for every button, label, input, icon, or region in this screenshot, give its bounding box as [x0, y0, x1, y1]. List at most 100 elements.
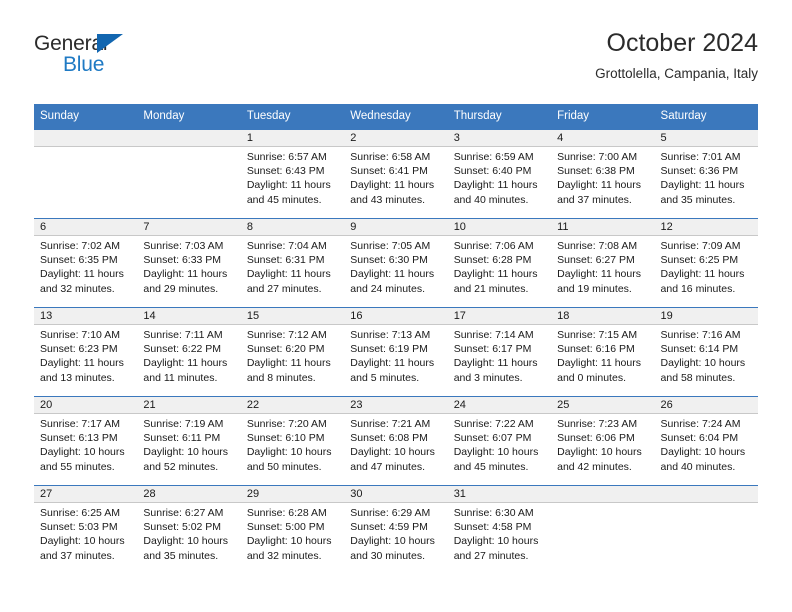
- day-number: [34, 130, 138, 147]
- day-cell[interactable]: 3 Sunrise: 6:59 AM Sunset: 6:40 PM Dayli…: [447, 130, 552, 218]
- sunrise-text: Sunrise: 7:19 AM: [143, 418, 224, 430]
- sunset-text: Sunset: 6:20 PM: [246, 343, 325, 356]
- day-details: Sunrise: 7:01 AM Sunset: 6:36 PM Dayligh…: [655, 147, 758, 207]
- sunset-text: Sunset: 6:41 PM: [350, 165, 428, 178]
- day-number: [551, 486, 655, 503]
- day-details: Sunrise: 7:19 AM Sunset: 6:11 PM Dayligh…: [137, 414, 240, 474]
- day-details: [551, 503, 654, 506]
- day-cell[interactable]: 8 Sunrise: 7:04 AM Sunset: 6:31 PM Dayli…: [240, 219, 345, 307]
- day-number: 24: [447, 397, 552, 414]
- daylight-text-line1: Daylight: 11 hours: [660, 268, 745, 281]
- sunset-text: Sunset: 6:25 PM: [660, 254, 739, 267]
- day-cell[interactable]: 4 Sunrise: 7:00 AM Sunset: 6:38 PM Dayli…: [551, 130, 655, 218]
- sunrise-text: Sunrise: 7:15 AM: [557, 329, 638, 341]
- day-cell[interactable]: 15 Sunrise: 7:12 AM Sunset: 6:20 PM Dayl…: [240, 308, 345, 396]
- daylight-text-line1: Daylight: 11 hours: [246, 179, 331, 192]
- day-cell[interactable]: 10 Sunrise: 7:06 AM Sunset: 6:28 PM Dayl…: [447, 219, 552, 307]
- day-number: 13: [34, 308, 138, 325]
- day-details: Sunrise: 7:13 AM Sunset: 6:19 PM Dayligh…: [344, 325, 447, 385]
- daylight-text-line2: and 40 minutes.: [660, 460, 736, 473]
- day-details: Sunrise: 7:17 AM Sunset: 6:13 PM Dayligh…: [34, 414, 137, 474]
- day-cell[interactable]: 7 Sunrise: 7:03 AM Sunset: 6:33 PM Dayli…: [137, 219, 241, 307]
- daylight-text-line2: and 3 minutes.: [453, 371, 523, 384]
- day-cell[interactable]: 25 Sunrise: 7:23 AM Sunset: 6:06 PM Dayl…: [551, 397, 655, 485]
- sunset-text: Sunset: 6:22 PM: [143, 343, 222, 356]
- sunrise-text: Sunrise: 6:29 AM: [350, 507, 431, 519]
- day-details: Sunrise: 6:57 AM Sunset: 6:43 PM Dayligh…: [241, 147, 344, 207]
- daylight-text-line1: Daylight: 11 hours: [246, 268, 331, 281]
- day-details: Sunrise: 7:23 AM Sunset: 6:06 PM Dayligh…: [551, 414, 654, 474]
- day-cell[interactable]: 26 Sunrise: 7:24 AM Sunset: 6:04 PM Dayl…: [654, 397, 758, 485]
- day-cell[interactable]: 22 Sunrise: 7:20 AM Sunset: 6:10 PM Dayl…: [240, 397, 345, 485]
- weekday-header-saturday: Saturday: [660, 110, 707, 122]
- day-cell[interactable]: 20 Sunrise: 7:17 AM Sunset: 6:13 PM Dayl…: [34, 397, 138, 485]
- sunrise-text: Sunrise: 7:04 AM: [246, 240, 327, 252]
- day-cell[interactable]: 27 Sunrise: 6:25 AM Sunset: 5:03 PM Dayl…: [34, 486, 138, 574]
- day-cell[interactable]: 21 Sunrise: 7:19 AM Sunset: 6:11 PM Dayl…: [137, 397, 241, 485]
- day-cell[interactable]: 1 Sunrise: 6:57 AM Sunset: 6:43 PM Dayli…: [240, 130, 345, 218]
- daylight-text-line2: and 27 minutes.: [453, 549, 529, 562]
- daylight-text-line1: Daylight: 11 hours: [557, 357, 641, 370]
- sunrise-text: Sunrise: 7:00 AM: [557, 151, 638, 163]
- day-details: Sunrise: 7:12 AM Sunset: 6:20 PM Dayligh…: [241, 325, 344, 385]
- day-details: Sunrise: 7:21 AM Sunset: 6:08 PM Dayligh…: [344, 414, 447, 474]
- day-details: Sunrise: 7:15 AM Sunset: 6:16 PM Dayligh…: [551, 325, 654, 385]
- weekday-header-thursday: Thursday: [453, 110, 502, 122]
- day-number: 6: [34, 219, 138, 236]
- daylight-text-line2: and 0 minutes.: [557, 371, 626, 384]
- sunset-text: Sunset: 6:33 PM: [143, 254, 222, 267]
- day-cell[interactable]: 16 Sunrise: 7:13 AM Sunset: 6:19 PM Dayl…: [344, 308, 448, 396]
- sunset-text: Sunset: 6:35 PM: [40, 254, 118, 267]
- daylight-text-line2: and 42 minutes.: [557, 460, 632, 473]
- day-cell[interactable]: 12 Sunrise: 7:09 AM Sunset: 6:25 PM Dayl…: [654, 219, 758, 307]
- day-number: 30: [344, 486, 448, 503]
- day-cell[interactable]: 13 Sunrise: 7:10 AM Sunset: 6:23 PM Dayl…: [34, 308, 138, 396]
- daylight-text-line2: and 43 minutes.: [350, 193, 425, 206]
- day-cell[interactable]: [137, 130, 241, 218]
- day-details: Sunrise: 7:22 AM Sunset: 6:07 PM Dayligh…: [448, 414, 551, 474]
- day-details: [34, 147, 137, 150]
- day-cell[interactable]: [551, 486, 655, 574]
- day-cell[interactable]: [654, 486, 758, 574]
- daylight-text-line1: Daylight: 11 hours: [350, 179, 435, 192]
- day-cell[interactable]: 17 Sunrise: 7:14 AM Sunset: 6:17 PM Dayl…: [447, 308, 552, 396]
- day-cell[interactable]: 31 Sunrise: 6:30 AM Sunset: 4:58 PM Dayl…: [447, 486, 552, 574]
- sunrise-text: Sunrise: 7:16 AM: [660, 329, 741, 341]
- daylight-text-line1: Daylight: 11 hours: [453, 357, 538, 370]
- day-cell[interactable]: 30 Sunrise: 6:29 AM Sunset: 4:59 PM Dayl…: [344, 486, 448, 574]
- sunrise-text: Sunrise: 6:58 AM: [350, 151, 431, 163]
- day-cell[interactable]: 6 Sunrise: 7:02 AM Sunset: 6:35 PM Dayli…: [34, 219, 138, 307]
- daylight-text-line2: and 16 minutes.: [660, 282, 736, 295]
- daylight-text-line1: Daylight: 10 hours: [246, 535, 332, 548]
- day-cell[interactable]: 2 Sunrise: 6:58 AM Sunset: 6:41 PM Dayli…: [344, 130, 448, 218]
- sunset-text: Sunset: 6:08 PM: [350, 432, 428, 445]
- weekday-header-tuesday: Tuesday: [246, 110, 291, 122]
- daylight-text-line1: Daylight: 11 hours: [143, 268, 228, 281]
- day-number: 5: [654, 130, 758, 147]
- daylight-text-line1: Daylight: 11 hours: [143, 357, 228, 370]
- day-cell[interactable]: [34, 130, 138, 218]
- day-cell[interactable]: 23 Sunrise: 7:21 AM Sunset: 6:08 PM Dayl…: [344, 397, 448, 485]
- day-cell[interactable]: 11 Sunrise: 7:08 AM Sunset: 6:27 PM Dayl…: [551, 219, 655, 307]
- day-details: Sunrise: 6:27 AM Sunset: 5:02 PM Dayligh…: [137, 503, 240, 563]
- day-cell[interactable]: 28 Sunrise: 6:27 AM Sunset: 5:02 PM Dayl…: [137, 486, 241, 574]
- daylight-text-line2: and 35 minutes.: [143, 549, 219, 562]
- daylight-text-line2: and 29 minutes.: [143, 282, 219, 295]
- day-cell[interactable]: 24 Sunrise: 7:22 AM Sunset: 6:07 PM Dayl…: [447, 397, 552, 485]
- day-cell[interactable]: 29 Sunrise: 6:28 AM Sunset: 5:00 PM Dayl…: [240, 486, 345, 574]
- day-details: Sunrise: 6:58 AM Sunset: 6:41 PM Dayligh…: [344, 147, 447, 207]
- daylight-text-line2: and 55 minutes.: [40, 460, 115, 473]
- daylight-text-line1: Daylight: 10 hours: [40, 535, 125, 548]
- daylight-text-line2: and 32 minutes.: [246, 549, 322, 562]
- day-cell[interactable]: 9 Sunrise: 7:05 AM Sunset: 6:30 PM Dayli…: [344, 219, 448, 307]
- daylight-text-line2: and 35 minutes.: [660, 193, 736, 206]
- daylight-text-line1: Daylight: 10 hours: [143, 535, 229, 548]
- daylight-text-line2: and 50 minutes.: [246, 460, 322, 473]
- day-number: 11: [551, 219, 655, 236]
- day-cell[interactable]: 18 Sunrise: 7:15 AM Sunset: 6:16 PM Dayl…: [551, 308, 655, 396]
- page-subtitle-location: Grottolella, Campania, Italy: [595, 66, 758, 81]
- day-cell[interactable]: 14 Sunrise: 7:11 AM Sunset: 6:22 PM Dayl…: [137, 308, 241, 396]
- day-cell[interactable]: 5 Sunrise: 7:01 AM Sunset: 6:36 PM Dayli…: [654, 130, 758, 218]
- sunset-text: Sunset: 5:02 PM: [143, 521, 222, 534]
- day-cell[interactable]: 19 Sunrise: 7:16 AM Sunset: 6:14 PM Dayl…: [654, 308, 758, 396]
